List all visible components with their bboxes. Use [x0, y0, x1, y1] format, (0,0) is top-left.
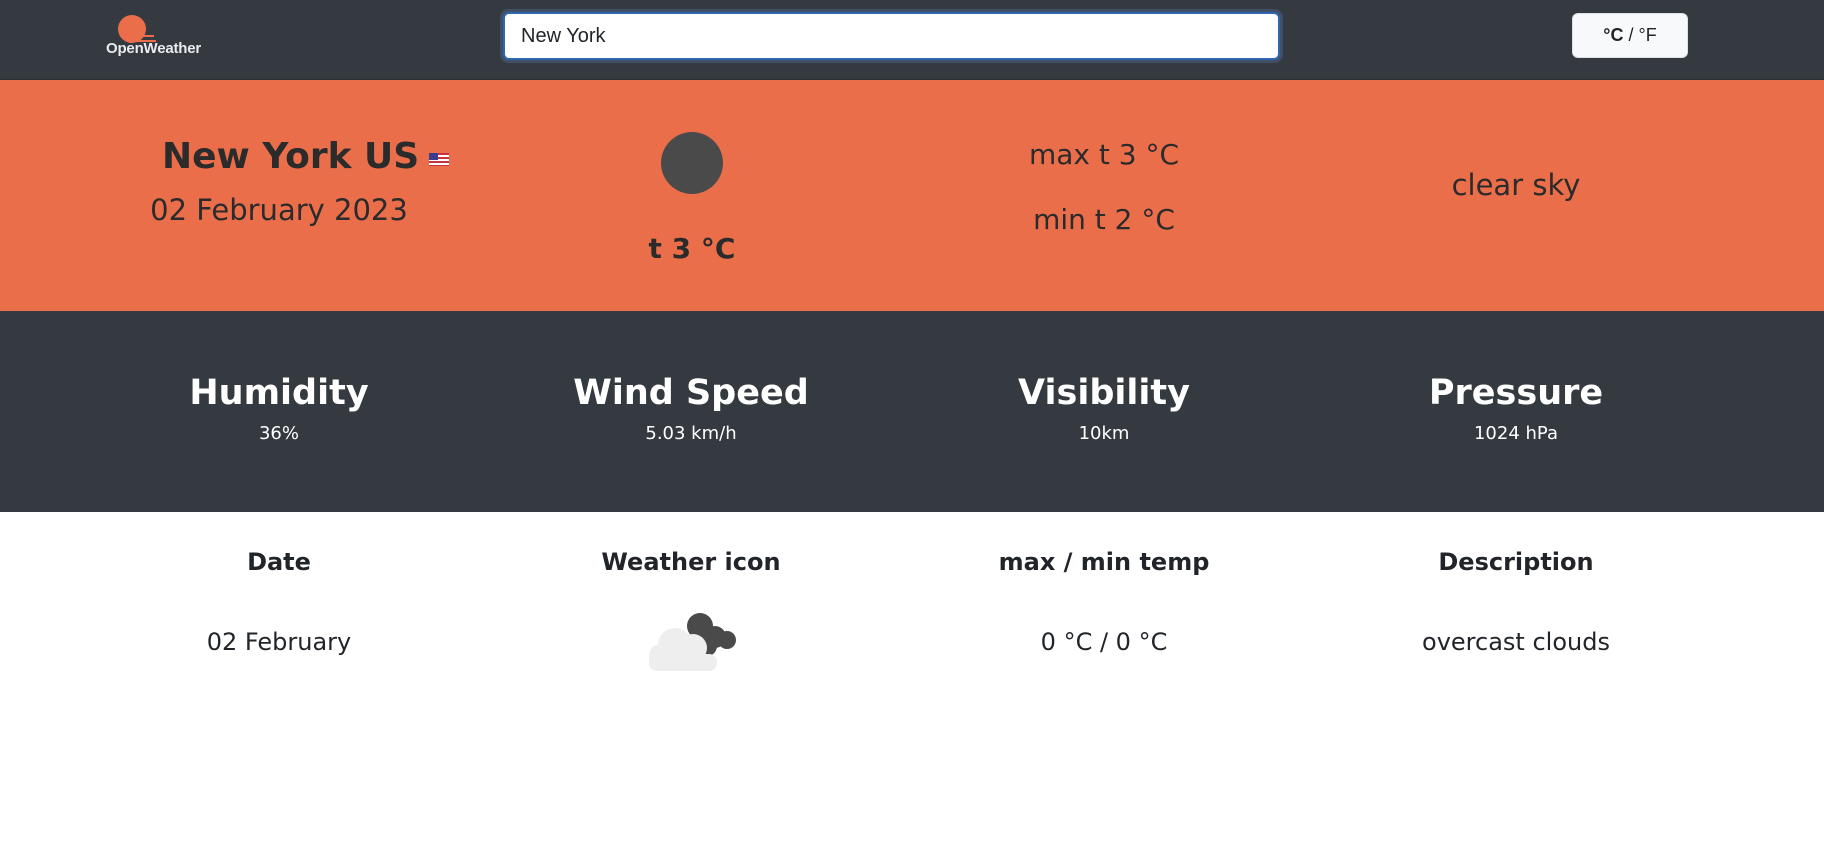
unit-separator: / — [1623, 25, 1639, 45]
header-weather-icon: Weather icon — [601, 548, 781, 576]
stat-label: Pressure — [1428, 373, 1604, 413]
row-temp: 0 °C / 0 °C — [1040, 628, 1168, 656]
row-date: 02 February — [206, 628, 352, 656]
stat-humidity: Humidity 36% — [129, 373, 429, 444]
stat-label: Visibility — [1018, 373, 1190, 413]
logo-text: OpenWeather — [106, 40, 202, 57]
current-temp: t 3 °C — [648, 232, 736, 265]
row-description: overcast clouds — [1422, 628, 1610, 656]
navbar: OpenWeather °C / °F — [0, 0, 1824, 80]
city-name: New York US — [162, 136, 450, 177]
stat-value: 1024 hPa — [1473, 423, 1558, 444]
weather-circle-icon — [661, 132, 723, 194]
stat-visibility: Visibility 10km — [954, 373, 1254, 444]
celsius-label: °C — [1603, 25, 1624, 45]
stat-label: Wind Speed — [573, 373, 809, 413]
stat-label: Humidity — [189, 373, 369, 413]
logo-sun-icon — [118, 15, 146, 43]
stat-wind-speed: Wind Speed 5.03 km/h — [541, 373, 841, 444]
fahrenheit-label: °F — [1638, 25, 1657, 45]
unit-toggle-button[interactable]: °C / °F — [1572, 13, 1688, 58]
us-flag-icon — [429, 153, 450, 166]
overcast-clouds-icon — [649, 613, 736, 671]
max-temp: max t 3 °C — [1028, 138, 1180, 171]
openweather-logo[interactable]: OpenWeather — [106, 13, 216, 61]
header-temp: max / min temp — [998, 548, 1210, 576]
stat-value: 10km — [1078, 423, 1130, 444]
stat-pressure: Pressure 1024 hPa — [1366, 373, 1666, 444]
logo-line — [126, 35, 154, 37]
weather-description: clear sky — [1451, 168, 1581, 202]
city-search-input[interactable] — [503, 12, 1280, 60]
current-date: 02 February 2023 — [150, 193, 408, 227]
current-weather-panel: New York US 02 February 2023 t 3 °C max … — [0, 80, 1824, 311]
stat-value: 36% — [258, 423, 299, 444]
header-description: Description — [1438, 548, 1594, 576]
stats-panel: Humidity 36% Wind Speed 5.03 km/h Visibi… — [0, 311, 1824, 512]
min-temp: min t 2 °C — [1033, 203, 1175, 236]
stat-value: 5.03 km/h — [645, 423, 737, 444]
city-label: New York US — [162, 136, 420, 177]
header-date: Date — [247, 548, 311, 576]
